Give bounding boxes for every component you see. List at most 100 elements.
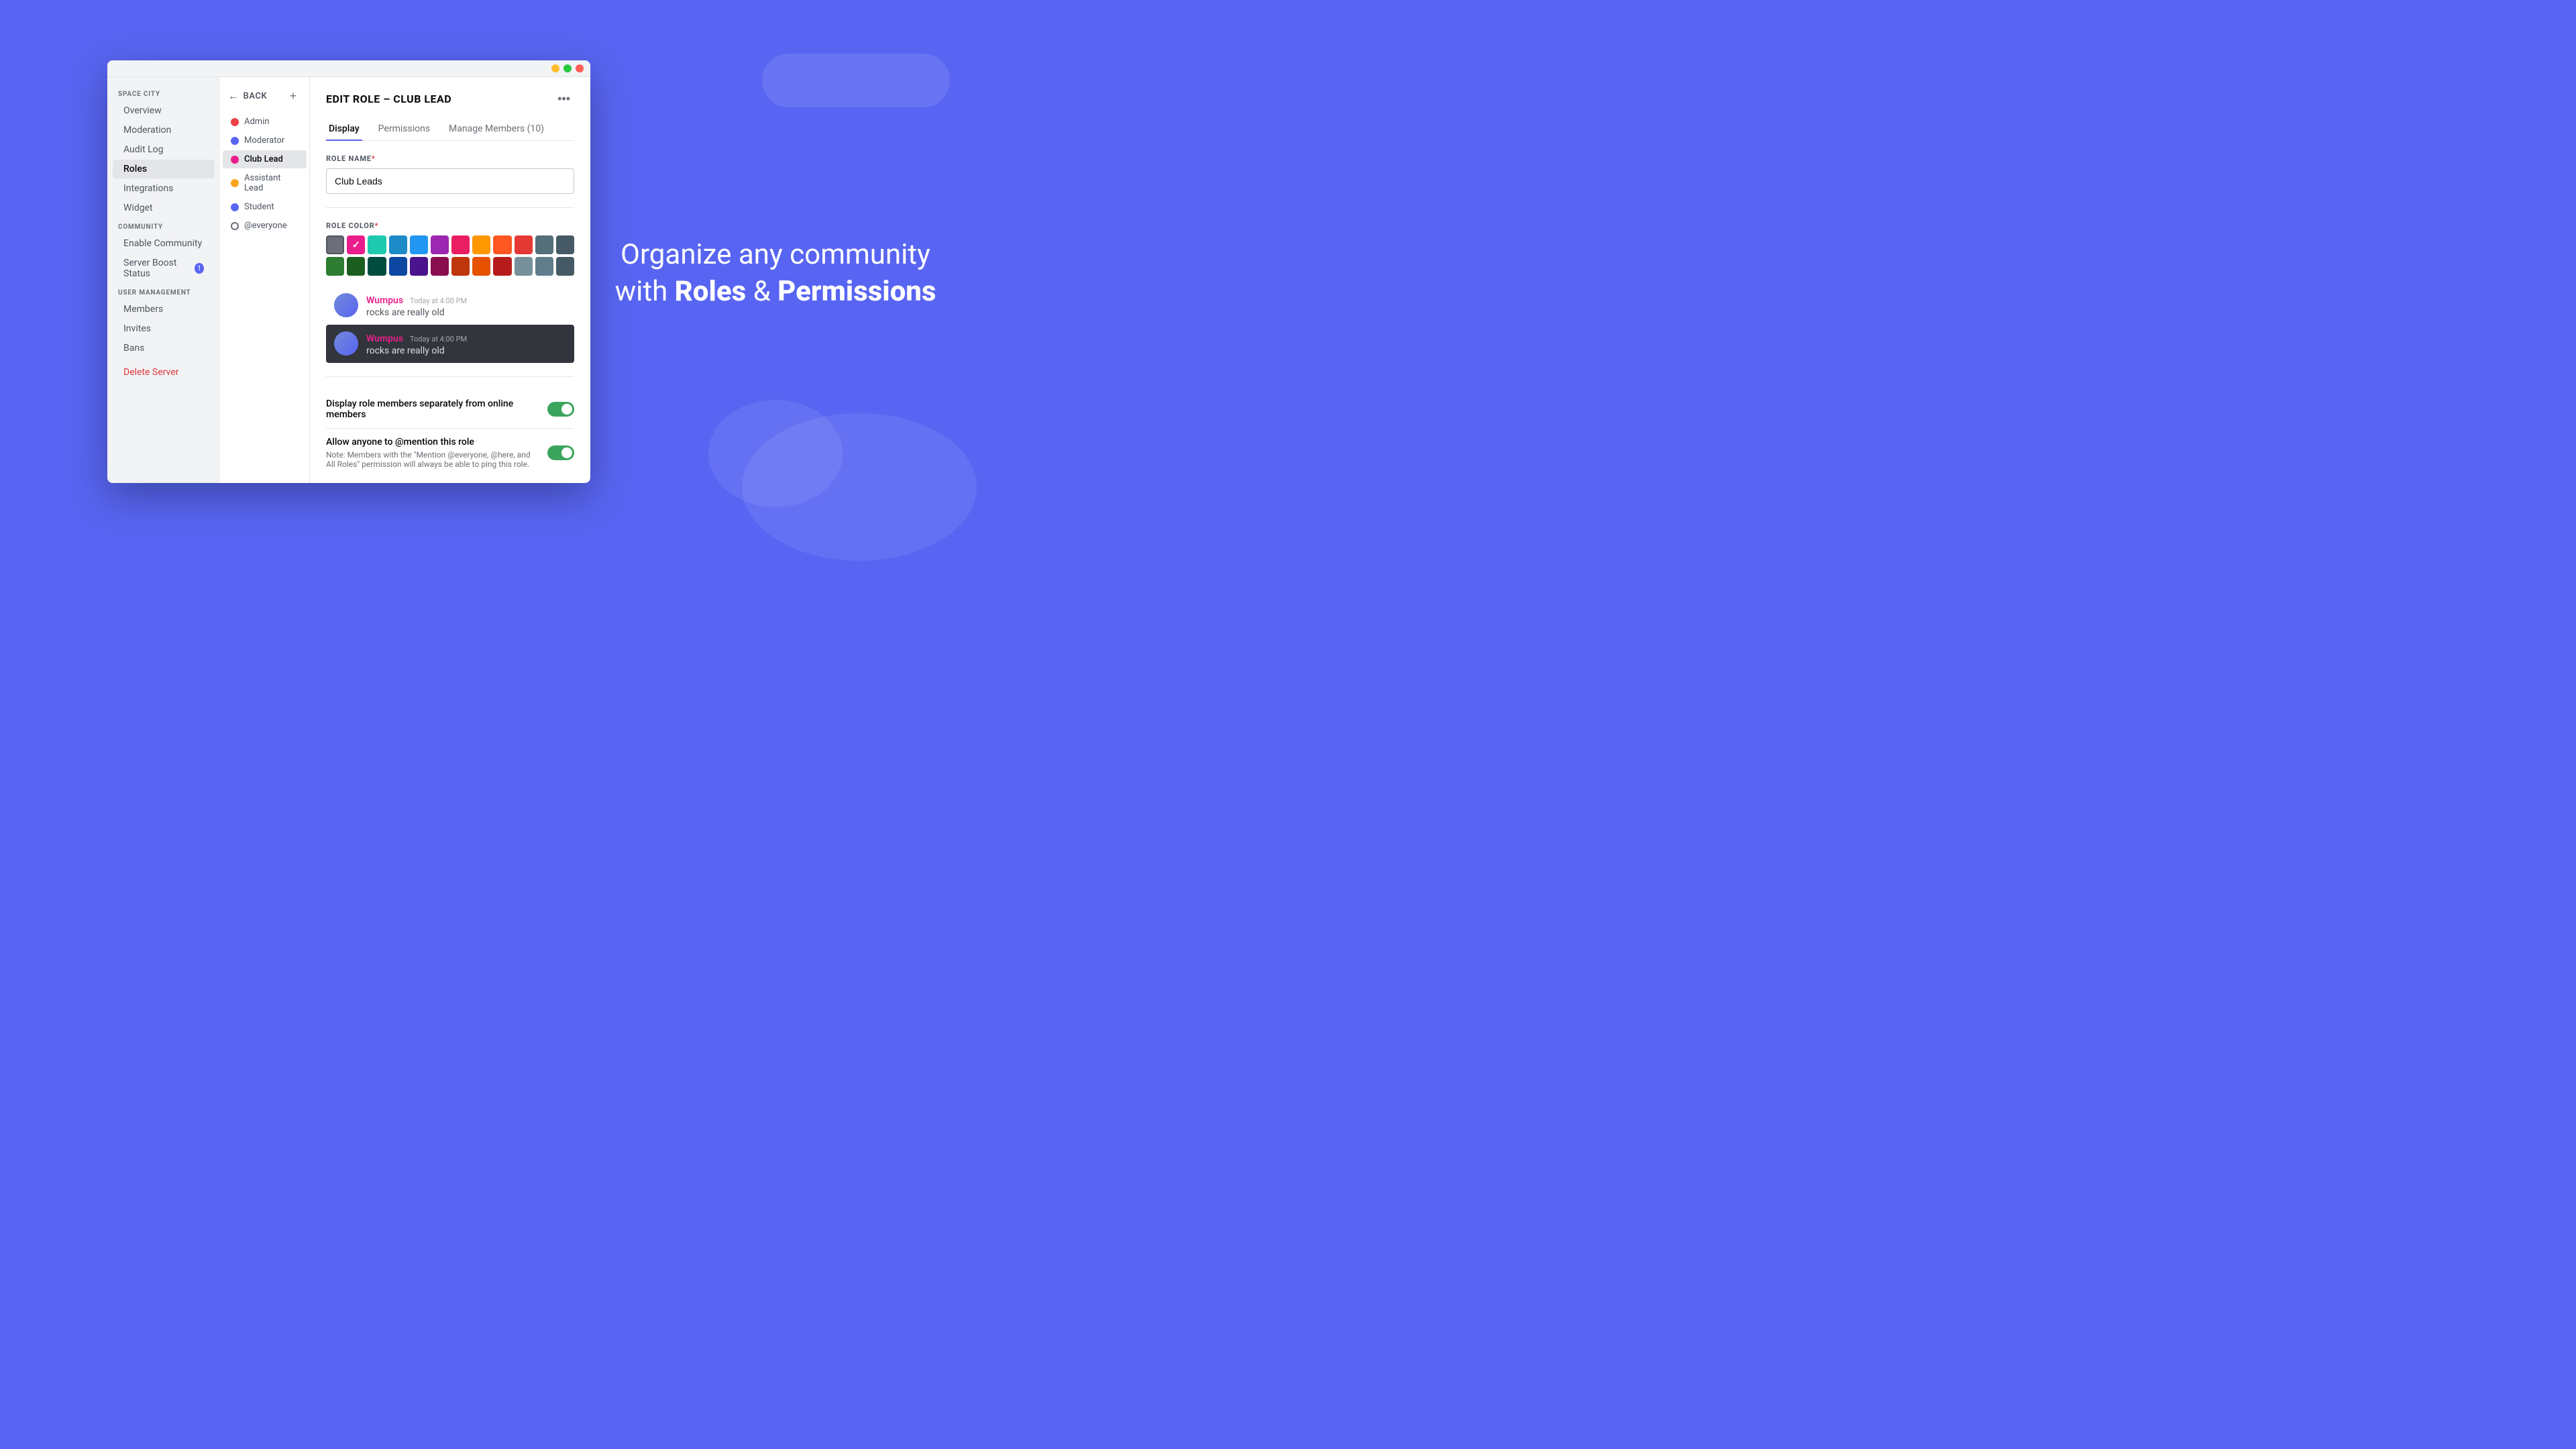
role-label-everyone: @everyone: [244, 221, 287, 231]
color-swatch-pink[interactable]: [347, 235, 365, 254]
toggle-mention-note: Note: Members with the "Mention @everyon…: [326, 450, 537, 469]
display-separately-toggle[interactable]: [547, 402, 574, 417]
sidebar-item-server-boost[interactable]: Server Boost Status 1: [113, 254, 215, 283]
role-color-dot-admin: [231, 118, 239, 126]
hero-line2-prefix: with: [615, 275, 675, 308]
sidebar-item-enable-community[interactable]: Enable Community: [113, 234, 215, 253]
role-item-club-lead[interactable]: Club Lead: [223, 150, 307, 168]
sidebar-item-overview[interactable]: Overview: [113, 101, 215, 120]
preview-message-normal: Wumpus Today at 4:00 PM rocks are really…: [326, 286, 574, 325]
user-management-section-header: USER MANAGEMENT: [107, 284, 220, 299]
window-controls: [551, 64, 584, 72]
sidebar-item-delete-server[interactable]: Delete Server: [113, 363, 215, 382]
color-swatch-default[interactable]: [326, 235, 344, 254]
toggle-mention-label: Allow anyone to @mention this role: [326, 437, 537, 447]
section-divider-1: [326, 207, 574, 208]
sidebar-item-widget[interactable]: Widget: [113, 199, 215, 217]
preview-message-highlighted: Wumpus Today at 4:00 PM rocks are really…: [326, 325, 574, 363]
color-swatch-cyan[interactable]: [389, 235, 407, 254]
tab-permissions-label: Permissions: [378, 123, 430, 134]
color-swatch-red[interactable]: [515, 235, 533, 254]
preview-username-normal: Wumpus: [366, 295, 403, 306]
role-item-assistant-lead[interactable]: Assistant Lead: [223, 169, 307, 197]
roles-list-panel: ← BACK + Admin Moderator Club Lead: [220, 77, 310, 483]
role-name-field: ROLE NAME*: [326, 154, 574, 194]
color-swatch-dark-purple[interactable]: [410, 257, 428, 276]
hero-bold-roles: Roles: [675, 275, 747, 308]
color-row-1: [326, 235, 574, 254]
edit-role-panel: ✕ ESC EDIT ROLE – CLUB LEAD ••• Display …: [310, 77, 590, 483]
role-label-student: Student: [244, 202, 274, 212]
allow-mention-toggle[interactable]: [547, 445, 574, 460]
preview-avatar-normal: [334, 293, 358, 317]
preview-section: Wumpus Today at 4:00 PM rocks are really…: [326, 286, 574, 363]
preview-text-highlighted: rocks are really old: [366, 345, 467, 356]
color-swatch-deep-orange[interactable]: [493, 235, 511, 254]
color-swatch-purple[interactable]: [431, 235, 449, 254]
hero-section: Organize any community with Roles & Perm…: [574, 0, 977, 547]
color-swatch-teal[interactable]: [368, 235, 386, 254]
color-swatch-blue-grey[interactable]: [535, 235, 553, 254]
role-item-admin[interactable]: Admin: [223, 113, 307, 131]
color-swatch-dark-grey[interactable]: [556, 235, 574, 254]
preview-avatar-highlighted: [334, 331, 358, 356]
back-arrow-icon: ←: [228, 89, 239, 103]
sidebar-item-audit-log[interactable]: Audit Log: [113, 140, 215, 159]
tab-manage-members-label: Manage Members (10): [449, 123, 544, 134]
color-swatch-medium-blue-grey[interactable]: [535, 257, 553, 276]
tab-display[interactable]: Display: [326, 118, 362, 141]
sidebar-item-integrations[interactable]: Integrations: [113, 179, 215, 198]
color-swatch-orange[interactable]: [472, 235, 490, 254]
sidebar-item-members[interactable]: Members: [113, 300, 215, 319]
color-swatch-dark-deep-orange[interactable]: [451, 257, 470, 276]
sidebar-item-moderation[interactable]: Moderation: [113, 121, 215, 140]
sidebar-item-roles[interactable]: Roles: [113, 160, 215, 178]
preview-msg-content-highlighted: Wumpus Today at 4:00 PM rocks are really…: [366, 331, 467, 356]
moderation-label: Moderation: [123, 125, 171, 136]
role-label-admin: Admin: [244, 117, 270, 127]
toggle-display-label: Display role members separately from onl…: [326, 398, 547, 420]
back-button[interactable]: ← BACK: [228, 89, 267, 103]
color-swatch-magenta[interactable]: [451, 235, 470, 254]
window-content: SPACE CITY Overview Moderation Audit Log…: [107, 77, 590, 483]
avatar-image: [334, 293, 358, 317]
maximize-button[interactable]: [564, 64, 572, 72]
color-swatch-dark-pink[interactable]: [431, 257, 449, 276]
bans-label: Bans: [123, 343, 144, 354]
color-swatch-dark-orange[interactable]: [472, 257, 490, 276]
color-swatch-light-blue-grey[interactable]: [515, 257, 533, 276]
tab-manage-members[interactable]: Manage Members (10): [446, 118, 547, 141]
hero-bold-permissions: Permissions: [777, 275, 936, 308]
add-role-button[interactable]: +: [285, 88, 301, 104]
hero-line2-middle: &: [746, 275, 777, 308]
role-color-dot-student: [231, 203, 239, 211]
color-swatch-dark-grey-2[interactable]: [556, 257, 574, 276]
more-options-button[interactable]: •••: [553, 91, 574, 107]
color-swatch-blue[interactable]: [410, 235, 428, 254]
back-label: BACK: [244, 91, 268, 101]
toggle-display-separately-content: Display role members separately from onl…: [326, 398, 547, 420]
color-swatch-dark-teal[interactable]: [368, 257, 386, 276]
color-swatch-dark-green[interactable]: [326, 257, 344, 276]
color-swatch-dark-blue[interactable]: [389, 257, 407, 276]
avatar-image-highlighted: [334, 331, 358, 356]
section-divider-2: [326, 376, 574, 377]
sidebar-item-bans[interactable]: Bans: [113, 339, 215, 358]
hero-text: Organize any community with Roles & Perm…: [615, 237, 936, 310]
role-label-moderator: Moderator: [244, 136, 284, 146]
edit-role-header: EDIT ROLE – CLUB LEAD •••: [326, 91, 574, 107]
sidebar-item-invites[interactable]: Invites: [113, 319, 215, 338]
color-swatch-dark-red[interactable]: [493, 257, 511, 276]
color-swatch-forest-green[interactable]: [347, 257, 365, 276]
color-swatches-container: [326, 235, 574, 276]
role-item-student[interactable]: Student: [223, 198, 307, 216]
minimize-button[interactable]: [551, 64, 559, 72]
close-button[interactable]: [576, 64, 584, 72]
delete-server-label: Delete Server: [123, 367, 178, 378]
color-row-2: [326, 257, 574, 276]
role-item-everyone[interactable]: @everyone: [223, 217, 307, 235]
role-item-moderator[interactable]: Moderator: [223, 131, 307, 150]
tab-permissions[interactable]: Permissions: [376, 118, 433, 141]
members-label: Members: [123, 304, 163, 315]
role-name-input[interactable]: [326, 168, 574, 194]
